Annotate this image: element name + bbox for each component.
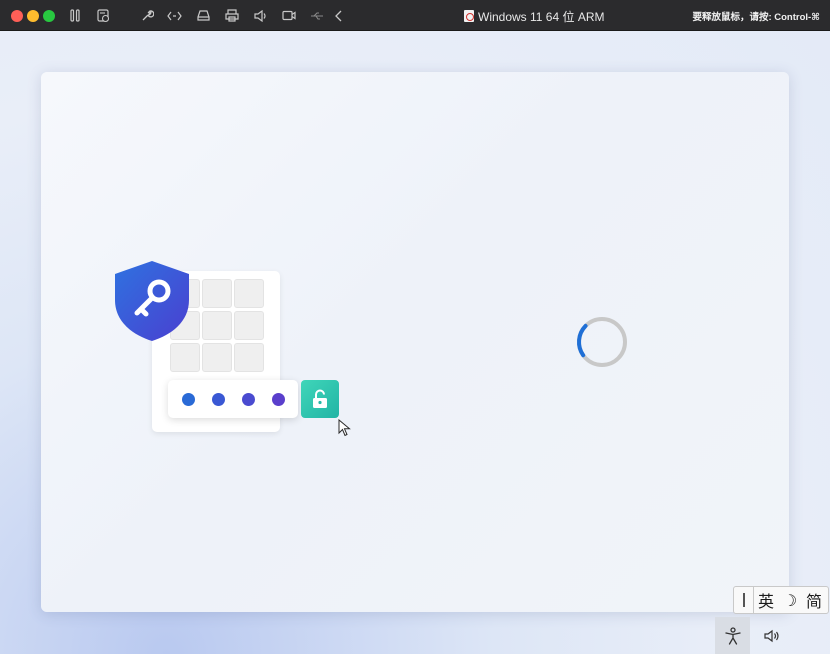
setup-panel bbox=[41, 72, 789, 612]
speaker-icon[interactable] bbox=[253, 8, 267, 23]
loading-spinner bbox=[577, 317, 627, 367]
settings-wrench-icon[interactable] bbox=[140, 8, 154, 23]
hard-disk-icon[interactable] bbox=[196, 8, 210, 23]
camera-icon[interactable] bbox=[281, 8, 296, 23]
pin-dot bbox=[212, 393, 225, 406]
minimize-window-button[interactable] bbox=[27, 10, 39, 22]
maximize-window-button[interactable] bbox=[43, 10, 55, 22]
ime-drag-handle[interactable] bbox=[743, 593, 745, 607]
ime-language-toggle[interactable]: 英 bbox=[754, 588, 778, 612]
document-icon bbox=[464, 10, 474, 22]
keypad-key bbox=[234, 279, 264, 308]
unlock-icon bbox=[301, 380, 339, 418]
pin-dot bbox=[272, 393, 285, 406]
keypad-key bbox=[170, 343, 200, 372]
ime-simplified-toggle[interactable]: 简 bbox=[802, 588, 826, 612]
windows-hello-illustration bbox=[113, 260, 351, 440]
usb-icon[interactable] bbox=[309, 8, 324, 23]
keypad-key bbox=[234, 311, 264, 340]
release-mouse-hint: 要释放鼠标，请按: Control-⌘ bbox=[692, 12, 820, 23]
back-chevron-icon[interactable] bbox=[333, 8, 343, 23]
accessibility-button[interactable] bbox=[715, 617, 750, 654]
snapshot-icon[interactable] bbox=[96, 8, 110, 23]
volume-button[interactable] bbox=[755, 617, 790, 654]
ime-moon-icon[interactable]: ☽ bbox=[778, 591, 802, 610]
keypad-key bbox=[202, 343, 232, 372]
window-title-text: Windows 11 64 位 ARM bbox=[478, 9, 605, 24]
keypad-key bbox=[234, 343, 264, 372]
close-window-button[interactable] bbox=[11, 10, 23, 22]
security-shield-icon bbox=[115, 261, 189, 341]
accessibility-icon bbox=[724, 626, 741, 645]
window-titlebar: Windows 11 64 位 ARM 要释放鼠标，请按: Control-⌘ bbox=[0, 0, 830, 31]
pin-entry-bar bbox=[168, 380, 298, 418]
keypad-key bbox=[202, 311, 232, 340]
pause-icon[interactable] bbox=[69, 8, 81, 23]
window-title: Windows 11 64 位 ARM bbox=[464, 8, 605, 24]
code-icon[interactable] bbox=[166, 8, 182, 23]
printer-icon[interactable] bbox=[224, 8, 239, 23]
volume-icon bbox=[764, 629, 779, 642]
mouse-cursor-icon bbox=[338, 419, 351, 437]
keypad-key bbox=[202, 279, 232, 308]
pin-dot bbox=[242, 393, 255, 406]
pin-dot bbox=[182, 393, 195, 406]
ime-toolbar: 英 ☽ 简 bbox=[733, 586, 829, 614]
